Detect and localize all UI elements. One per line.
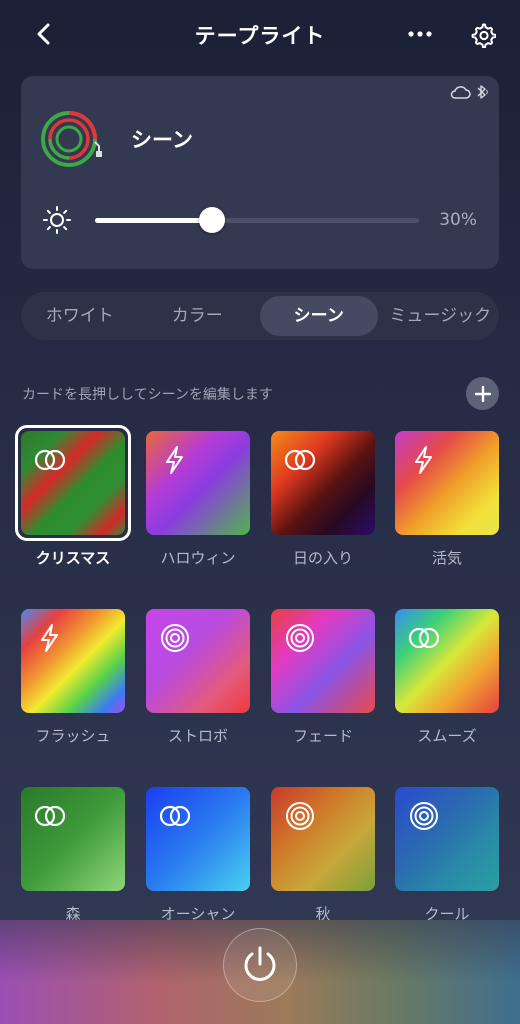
gear-icon	[471, 23, 496, 48]
scene-label: 日の入り	[292, 549, 353, 567]
scene-swatch	[146, 431, 250, 535]
tab-color[interactable]: カラー	[139, 296, 257, 336]
scene-swatch	[146, 787, 250, 891]
rings-icon	[158, 799, 192, 833]
scene-card[interactable]: スムーズ	[395, 609, 499, 746]
scene-card[interactable]: 秋	[271, 787, 375, 924]
tape-light-icon	[39, 106, 105, 172]
device-card: シーン 30%	[21, 76, 499, 269]
add-scene-button[interactable]	[466, 377, 499, 410]
scene-swatch	[395, 431, 499, 535]
scene-swatch	[271, 609, 375, 713]
lightning-icon	[158, 443, 192, 477]
more-button[interactable]	[400, 18, 440, 50]
scene-card[interactable]: 活気	[395, 431, 499, 568]
header: テープライト	[0, 0, 520, 68]
brightness-value: 30%	[439, 210, 477, 230]
plus-icon	[474, 385, 491, 402]
edit-hint: カードを長押ししてシーンを編集します	[22, 387, 273, 403]
scene-swatch	[21, 609, 125, 713]
tab-scene[interactable]: シーン	[260, 296, 378, 336]
scene-card[interactable]: 森	[21, 787, 125, 924]
page-title: テープライト	[194, 24, 326, 48]
mode-tabs: ホワイト カラー シーン ミュージック	[21, 292, 499, 340]
brightness-icon	[41, 204, 73, 236]
rings-icon	[33, 799, 67, 833]
scene-label: ハロウィン	[160, 549, 236, 567]
rings-icon	[407, 621, 441, 655]
scene-swatch	[395, 609, 499, 713]
scene-label: スムーズ	[417, 727, 477, 745]
bluetooth-icon	[477, 85, 488, 99]
scene-label: フラッシュ	[35, 727, 111, 745]
scene-card[interactable]: ストロボ	[146, 609, 250, 746]
scene-card[interactable]: クリスマス	[15, 425, 131, 568]
concentric-circles-icon	[407, 799, 441, 833]
scene-label: ストロボ	[167, 727, 228, 745]
power-button[interactable]	[223, 928, 297, 1002]
scene-swatch	[21, 431, 125, 535]
scene-card[interactable]: ハロウィン	[146, 431, 250, 568]
connection-status	[449, 84, 489, 100]
lightning-icon	[407, 443, 441, 477]
scene-card[interactable]: フラッシュ	[21, 609, 125, 746]
scene-swatch	[395, 787, 499, 891]
power-icon	[244, 946, 276, 981]
settings-button[interactable]	[466, 18, 500, 52]
scene-swatch	[146, 609, 250, 713]
tab-white[interactable]: ホワイト	[21, 296, 139, 336]
scene-card[interactable]: クール	[395, 787, 499, 924]
more-horizontal-icon	[408, 31, 432, 37]
scene-swatch	[271, 431, 375, 535]
brightness-slider[interactable]	[95, 207, 419, 233]
device-mode-name: シーン	[131, 128, 193, 152]
concentric-circles-icon	[283, 799, 317, 833]
lightning-icon	[33, 621, 67, 655]
scene-swatch	[271, 787, 375, 891]
concentric-circles-icon	[283, 621, 317, 655]
rings-icon	[283, 443, 317, 477]
scene-card[interactable]: オーシャン	[146, 787, 250, 924]
cloud-icon	[450, 86, 471, 99]
brightness-slider-thumb[interactable]	[199, 207, 225, 233]
scene-label: フェード	[292, 727, 353, 745]
scene-swatch	[21, 787, 125, 891]
scene-label: 活気	[431, 549, 462, 567]
scene-label: クリスマス	[35, 549, 111, 567]
brightness-slider-fill	[95, 218, 212, 223]
scene-card[interactable]: 日の入り	[271, 431, 375, 568]
rings-icon	[33, 443, 67, 477]
concentric-circles-icon	[158, 621, 192, 655]
scene-card[interactable]: フェード	[271, 609, 375, 746]
tab-music[interactable]: ミュージック	[382, 296, 500, 336]
